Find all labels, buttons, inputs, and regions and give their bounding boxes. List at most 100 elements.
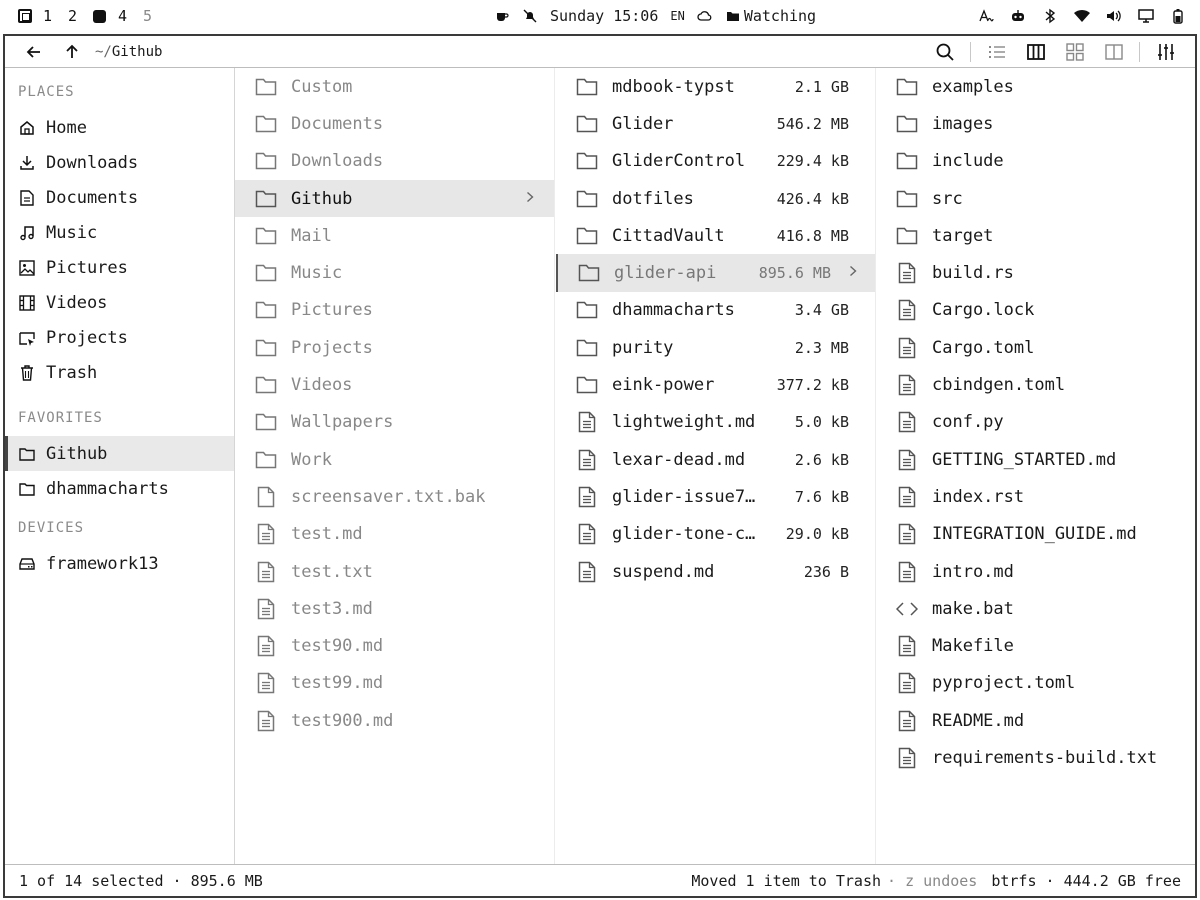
sidebar-item-downloads[interactable]: Downloads bbox=[5, 145, 234, 180]
list-item[interactable]: glider-api 895.6 MB bbox=[556, 254, 875, 292]
list-item[interactable]: test99.md bbox=[235, 665, 554, 702]
list-item[interactable]: screensaver.txt.bak bbox=[235, 478, 554, 515]
up-arrow-icon[interactable] bbox=[53, 36, 91, 68]
list-item[interactable]: eink-power 377.2 kB bbox=[556, 366, 875, 403]
text-icon[interactable] bbox=[978, 8, 994, 24]
list-item[interactable]: src bbox=[876, 180, 1196, 217]
list-item[interactable]: GETTING_STARTED.md bbox=[876, 441, 1196, 478]
list-item[interactable]: intro.md bbox=[876, 553, 1196, 590]
file-list: Custom Documents Downloads Github Mail Music P… bbox=[235, 68, 554, 739]
list-item[interactable]: suspend.md 236 B bbox=[556, 553, 875, 590]
list-item[interactable]: Custom bbox=[235, 68, 554, 105]
list-item[interactable]: test900.md bbox=[235, 702, 554, 739]
file-icon bbox=[255, 561, 277, 583]
cloud-icon[interactable] bbox=[697, 8, 713, 24]
file-name: Cargo.toml bbox=[932, 337, 1035, 358]
coffee-icon[interactable] bbox=[494, 8, 510, 24]
file-icon bbox=[576, 523, 598, 545]
settings-sliders-icon[interactable] bbox=[1146, 36, 1185, 68]
workspace-active-icon[interactable] bbox=[93, 9, 118, 23]
list-item[interactable]: build.rs bbox=[876, 254, 1196, 291]
volume-icon[interactable] bbox=[1106, 8, 1122, 24]
list-item[interactable]: target bbox=[876, 217, 1196, 254]
list-item[interactable]: Projects bbox=[235, 329, 554, 366]
list-item[interactable]: GliderControl 229.4 kB bbox=[556, 143, 875, 180]
list-item[interactable]: test.md bbox=[235, 516, 554, 553]
list-item[interactable]: glider-tone-c… 29.0 kB bbox=[556, 516, 875, 553]
list-item[interactable]: make.bat bbox=[876, 590, 1196, 627]
sidebar-item-github[interactable]: Github bbox=[5, 436, 234, 471]
list-item[interactable]: Videos bbox=[235, 366, 554, 403]
search-icon[interactable] bbox=[925, 36, 964, 68]
list-item[interactable]: Glider 546.2 MB bbox=[556, 105, 875, 142]
sidebar-item-home[interactable]: Home bbox=[5, 110, 234, 145]
breadcrumb[interactable]: ~/Github bbox=[95, 44, 162, 60]
list-view-icon[interactable] bbox=[977, 36, 1016, 68]
workspace-1[interactable]: 1 bbox=[43, 7, 68, 25]
list-item[interactable]: lexar-dead.md 2.6 kB bbox=[556, 441, 875, 478]
robot-icon[interactable] bbox=[1010, 8, 1026, 24]
list-item[interactable]: test3.md bbox=[235, 590, 554, 627]
list-item[interactable]: INTEGRATION_GUIDE.md bbox=[876, 516, 1196, 553]
list-item[interactable]: CittadVault 416.8 MB bbox=[556, 217, 875, 254]
workspace-4[interactable]: 4 bbox=[118, 7, 143, 25]
list-item[interactable]: glider-issue7… 7.6 kB bbox=[556, 478, 875, 515]
wifi-icon[interactable] bbox=[1074, 8, 1090, 24]
clock[interactable]: Sunday 15:06 bbox=[550, 7, 658, 25]
workspace-2[interactable]: 2 bbox=[68, 7, 93, 25]
list-item[interactable]: images bbox=[876, 105, 1196, 142]
list-item[interactable]: lightweight.md 5.0 kB bbox=[556, 404, 875, 441]
bluetooth-icon[interactable] bbox=[1042, 8, 1058, 24]
list-item[interactable]: Documents bbox=[235, 105, 554, 142]
list-item[interactable]: index.rst bbox=[876, 478, 1196, 515]
file-icon bbox=[255, 523, 277, 545]
list-item[interactable]: include bbox=[876, 143, 1196, 180]
list-item[interactable]: conf.py bbox=[876, 404, 1196, 441]
list-item[interactable]: Music bbox=[235, 254, 554, 291]
list-item[interactable]: Makefile bbox=[876, 627, 1196, 664]
bell-off-icon[interactable] bbox=[522, 8, 538, 24]
monitor-icon[interactable] bbox=[1138, 8, 1154, 24]
download-icon bbox=[18, 154, 36, 172]
sidebar-item-pictures[interactable]: Pictures bbox=[5, 250, 234, 285]
list-item[interactable]: requirements-build.txt bbox=[876, 739, 1196, 776]
sidebar-item-framework13[interactable]: framework13 bbox=[5, 546, 234, 581]
list-item[interactable]: dotfiles 426.4 kB bbox=[556, 180, 875, 217]
keyboard-language[interactable]: EN bbox=[670, 9, 684, 23]
back-arrow-icon[interactable] bbox=[15, 36, 53, 68]
list-item[interactable]: Mail bbox=[235, 217, 554, 254]
sidebar-item-dhammacharts[interactable]: dhammacharts bbox=[5, 471, 234, 506]
list-item[interactable]: dhammacharts 3.4 GB bbox=[556, 292, 875, 329]
list-item[interactable]: cbindgen.toml bbox=[876, 366, 1196, 403]
list-item[interactable]: Cargo.lock bbox=[876, 292, 1196, 329]
file-name: requirements-build.txt bbox=[932, 747, 1158, 768]
list-item[interactable]: Work bbox=[235, 441, 554, 478]
list-item[interactable]: Github bbox=[235, 179, 554, 218]
system-tray bbox=[978, 0, 1186, 32]
layout-icon[interactable] bbox=[18, 9, 43, 23]
list-item[interactable]: Cargo.toml bbox=[876, 329, 1196, 366]
list-item[interactable]: examples bbox=[876, 68, 1196, 105]
grid-view-icon[interactable] bbox=[1055, 36, 1094, 68]
list-item[interactable]: test90.md bbox=[235, 627, 554, 664]
list-item[interactable]: mdbook-typst 2.1 GB bbox=[556, 68, 875, 105]
workspace-5[interactable]: 5 bbox=[143, 7, 168, 25]
file-icon bbox=[896, 449, 918, 471]
list-item[interactable]: Wallpapers bbox=[235, 404, 554, 441]
battery-icon[interactable] bbox=[1170, 8, 1186, 24]
sidebar-item-trash[interactable]: Trash bbox=[5, 355, 234, 390]
sidebar-item-videos[interactable]: Videos bbox=[5, 285, 234, 320]
list-item[interactable]: pyproject.toml bbox=[876, 665, 1196, 702]
sidebar-item-music[interactable]: Music bbox=[5, 215, 234, 250]
list-item[interactable]: purity 2.3 MB bbox=[556, 329, 875, 366]
columns-view-icon[interactable] bbox=[1016, 36, 1055, 68]
list-item[interactable]: Downloads bbox=[235, 143, 554, 180]
list-item[interactable]: test.txt bbox=[235, 553, 554, 590]
watching-status[interactable]: Watching bbox=[725, 7, 816, 25]
split-view-icon[interactable] bbox=[1094, 36, 1133, 68]
file-name: dotfiles bbox=[612, 188, 694, 209]
sidebar-item-documents[interactable]: Documents bbox=[5, 180, 234, 215]
list-item[interactable]: README.md bbox=[876, 702, 1196, 739]
list-item[interactable]: Pictures bbox=[235, 292, 554, 329]
sidebar-item-projects[interactable]: Projects bbox=[5, 320, 234, 355]
